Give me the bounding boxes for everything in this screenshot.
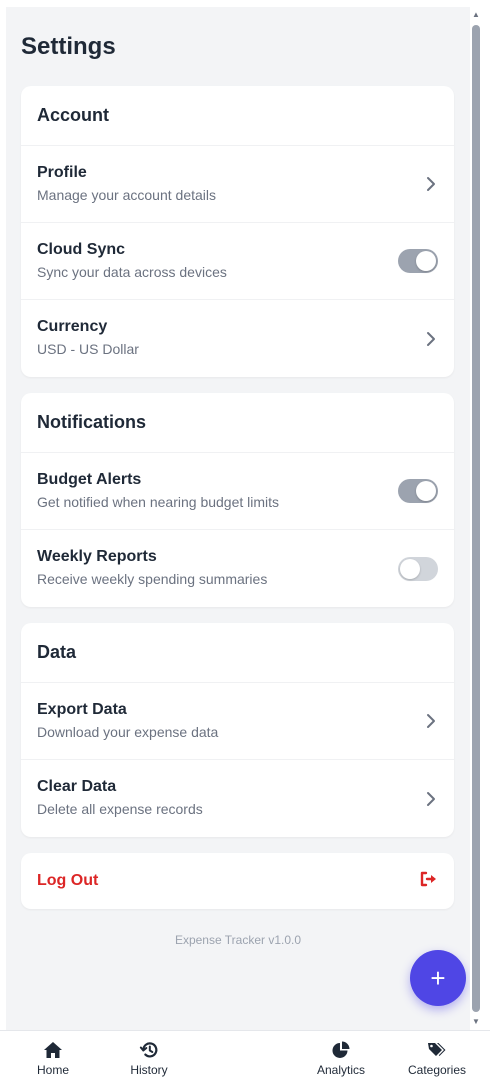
clear-data-row[interactable]: Clear Data Delete all expense records: [21, 760, 454, 837]
nav-home[interactable]: Home: [37, 1031, 69, 1086]
logout-icon: [420, 871, 438, 892]
account-card: Account Profile Manage your account deta…: [21, 86, 454, 377]
logout-button[interactable]: Log Out: [21, 853, 454, 909]
data-card: Data Export Data Download your expense d…: [21, 623, 454, 837]
toggle-knob: [416, 251, 436, 271]
nav-categories-label: Categories: [407, 1063, 467, 1077]
clear-data-label: Clear Data: [37, 778, 117, 795]
budget-alerts-description: Get notified when nearing budget limits: [37, 493, 280, 510]
nav-categories[interactable]: Categories: [408, 1031, 466, 1086]
export-data-description: Download your expense data: [37, 723, 219, 740]
weekly-reports-toggle[interactable]: [398, 556, 438, 581]
data-section-title: Data: [21, 623, 454, 683]
currency-row[interactable]: Currency USD - US Dollar: [21, 300, 454, 377]
nav-history[interactable]: History: [130, 1031, 168, 1086]
bottom-navigation: Home History Analytics Categories: [0, 1030, 490, 1086]
nav-history-label: History: [130, 1063, 168, 1077]
nav-analytics[interactable]: Analytics: [317, 1031, 365, 1086]
page-title: Settings: [21, 33, 116, 60]
plus-icon: +: [430, 962, 446, 993]
cloud-sync-toggle[interactable]: [398, 249, 438, 273]
app-version: Expense Tracker v1.0.0: [174, 933, 302, 947]
profile-row[interactable]: Profile Manage your account details: [21, 146, 454, 223]
chevron-right-icon: [424, 177, 438, 191]
profile-label: Profile: [37, 163, 87, 181]
toggle-knob: [416, 481, 436, 501]
currency-label: Currency: [37, 318, 108, 335]
notifications-card: Notifications Budget Alerts Get notified…: [21, 393, 454, 607]
budget-alerts-toggle[interactable]: [398, 479, 438, 503]
currency-value: USD - US Dollar: [37, 341, 139, 357]
weekly-reports-row: Weekly Reports Receive weekly spending s…: [21, 530, 454, 607]
scrollbar-thumb[interactable]: [472, 25, 480, 1012]
weekly-reports-description: Receive weekly spending summaries: [37, 571, 268, 587]
account-section-title: Account: [21, 86, 454, 146]
nav-analytics-label: Analytics: [316, 1063, 366, 1077]
export-data-row[interactable]: Export Data Download your expense data: [21, 683, 454, 760]
scrollbar[interactable]: ▲ ▼: [470, 7, 482, 1030]
profile-description: Manage your account details: [37, 186, 216, 203]
chevron-right-icon: [424, 791, 438, 806]
scroll-down-icon[interactable]: ▼: [472, 1018, 480, 1026]
add-expense-button[interactable]: +: [410, 950, 466, 1006]
logout-label: Log Out: [37, 872, 99, 889]
chevron-right-icon: [424, 331, 438, 346]
settings-screen: Settings Account Profile Manage your acc…: [6, 7, 470, 1030]
cloud-sync-row: Cloud Sync Sync your data across devices: [21, 223, 454, 300]
budget-alerts-label: Budget Alerts: [37, 470, 142, 488]
clear-data-description: Delete all expense records: [37, 801, 203, 817]
notifications-section-title: Notifications: [21, 393, 454, 453]
cloud-sync-description: Sync your data across devices: [37, 263, 227, 280]
toggle-knob: [400, 558, 420, 579]
budget-alerts-row: Budget Alerts Get notified when nearing …: [21, 453, 454, 530]
weekly-reports-label: Weekly Reports: [37, 548, 157, 565]
cloud-sync-label: Cloud Sync: [37, 240, 126, 258]
nav-home-label: Home: [36, 1063, 70, 1077]
pie-chart-icon: [332, 1041, 350, 1058]
scroll-up-icon[interactable]: ▲: [472, 11, 480, 19]
export-data-label: Export Data: [37, 700, 127, 718]
home-icon: [43, 1042, 62, 1058]
history-icon: [139, 1042, 158, 1058]
chevron-right-icon: [424, 714, 438, 728]
tags-icon: [428, 1043, 446, 1056]
